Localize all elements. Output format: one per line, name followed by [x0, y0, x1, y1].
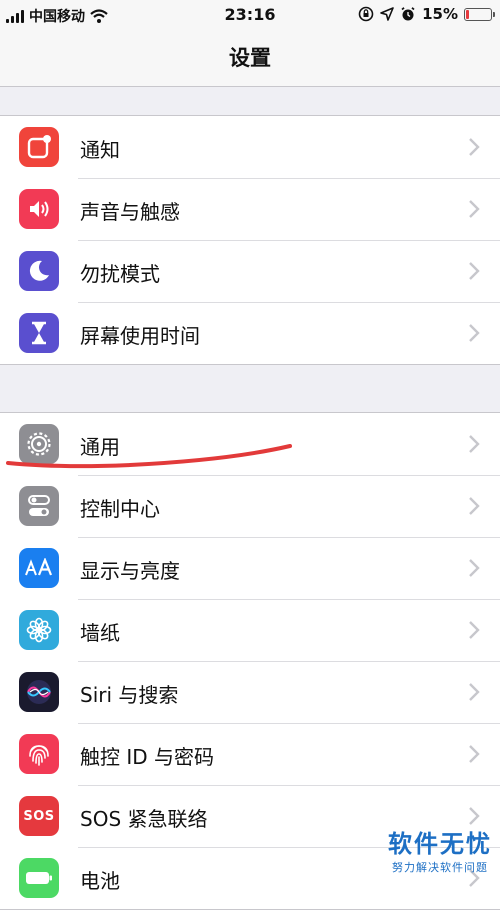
settings-group-1: 通知 声音与触感 勿扰模式 屏幕使用时间 — [0, 115, 500, 365]
chevron-right-icon — [469, 683, 480, 701]
flower-icon — [19, 610, 59, 650]
chevron-right-icon — [469, 559, 480, 577]
battery-setting-icon — [19, 858, 59, 898]
toggles-icon — [19, 486, 59, 526]
settings-item-label: 墙纸 — [80, 621, 120, 645]
settings-item-general[interactable]: 通用 — [0, 413, 500, 475]
settings-item-label: Siri 与搜索 — [80, 683, 179, 707]
hourglass-icon — [19, 313, 59, 353]
chevron-right-icon — [469, 435, 480, 453]
settings-item-wallpaper[interactable]: 墙纸 — [0, 599, 500, 661]
settings-item-sounds[interactable]: 声音与触感 — [0, 178, 500, 240]
settings-item-label: 勿扰模式 — [80, 262, 160, 286]
chevron-right-icon — [469, 745, 480, 763]
siri-icon — [19, 672, 59, 712]
settings-item-label: 屏幕使用时间 — [80, 324, 200, 348]
sos-icon: SOS — [19, 796, 59, 836]
status-bar: 中国移动 23:16 15% — [0, 0, 500, 30]
settings-item-screen-time[interactable]: 屏幕使用时间 — [0, 302, 500, 364]
fingerprint-icon — [19, 734, 59, 774]
battery-fill — [466, 9, 469, 19]
notification-icon — [19, 127, 59, 167]
chevron-right-icon — [469, 324, 480, 342]
settings-item-label: 电池 — [80, 869, 120, 893]
page-title: 设置 — [229, 46, 271, 70]
chevron-right-icon — [469, 138, 480, 156]
settings-item-notifications[interactable]: 通知 — [0, 116, 500, 178]
alarm-icon — [401, 7, 415, 21]
chevron-right-icon — [469, 262, 480, 280]
sos-icon-text: SOS — [23, 808, 55, 824]
chevron-right-icon — [469, 807, 480, 825]
chevron-right-icon — [469, 497, 480, 515]
settings-item-label: 触控 ID 与密码 — [80, 745, 215, 769]
watermark-subtitle: 努力解决软件问题 — [392, 861, 488, 874]
settings-item-label: 通知 — [80, 138, 120, 162]
settings-item-label: 显示与亮度 — [80, 559, 180, 583]
settings-item-label: 控制中心 — [80, 497, 160, 521]
settings-item-control-center[interactable]: 控制中心 — [0, 475, 500, 537]
watermark-title: 软件无忧 — [388, 830, 492, 858]
status-right: 15% — [358, 5, 495, 23]
chevron-right-icon — [469, 200, 480, 218]
settings-item-touch-id[interactable]: 触控 ID 与密码 — [0, 723, 500, 785]
settings-item-siri[interactable]: Siri 与搜索 — [0, 661, 500, 723]
settings-item-do-not-disturb[interactable]: 勿扰模式 — [0, 240, 500, 302]
settings-item-label: SOS 紧急联络 — [80, 807, 208, 831]
chevron-right-icon — [469, 621, 480, 639]
gear-icon — [19, 424, 59, 464]
text-size-icon — [19, 548, 59, 588]
watermark: 软件无忧 努力解决软件问题 — [388, 824, 492, 875]
settings-item-label: 声音与触感 — [80, 200, 180, 224]
battery-percent: 15% — [422, 5, 458, 23]
location-icon — [380, 7, 394, 21]
nav-bar: 设置 — [0, 30, 500, 87]
sound-icon — [19, 189, 59, 229]
moon-icon — [19, 251, 59, 291]
battery-icon — [464, 7, 495, 21]
settings-item-label: 通用 — [80, 435, 120, 459]
orientation-lock-icon — [358, 6, 374, 22]
settings-item-display[interactable]: 显示与亮度 — [0, 537, 500, 599]
